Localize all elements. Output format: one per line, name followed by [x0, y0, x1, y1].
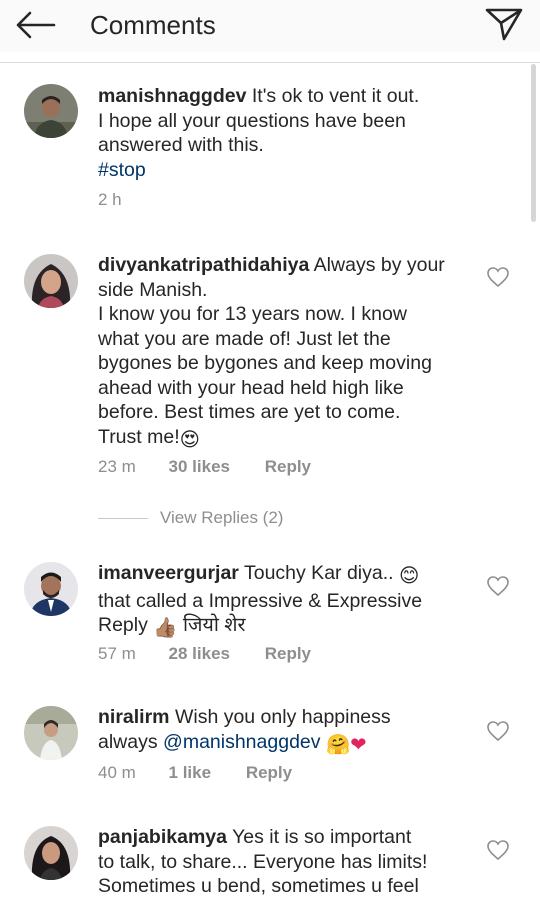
comment-username[interactable]: panjabikamya	[98, 826, 227, 848]
comment-text-hindi: जियो शेर	[182, 614, 246, 636]
comment-username[interactable]: imanveergurjar	[98, 562, 239, 584]
comment-username[interactable]: divyankatripathidahiya	[98, 254, 309, 276]
comment-time: 57 m	[98, 644, 136, 663]
comment-text: always	[98, 730, 158, 753]
comment-text: Trust me!	[98, 425, 180, 448]
like-button[interactable]	[486, 720, 510, 742]
comment-text: bygones be bygones and keep moving	[98, 352, 432, 374]
likes-count[interactable]: 1 like	[169, 763, 212, 783]
comment-text: It's ok to vent it out.	[251, 85, 420, 107]
avatar[interactable]	[24, 254, 78, 308]
comment-meta: 57 m 28 likes Reply	[98, 644, 311, 664]
comment-username[interactable]: manishnaggdev	[98, 85, 246, 107]
comment-time: 23 m	[98, 457, 136, 476]
comment-time: 2 h	[98, 190, 122, 209]
likes-count[interactable]: 28 likes	[169, 644, 230, 664]
smiling-emoji: 😊	[398, 565, 420, 587]
hugging-emoji: 🤗	[325, 733, 351, 756]
reply-button[interactable]: Reply	[265, 644, 311, 664]
view-replies-button[interactable]: View Replies (2)	[98, 508, 398, 530]
comment-text: Reply	[98, 614, 148, 636]
like-button[interactable]	[486, 575, 510, 597]
comment-text: Touchy Kar diya..	[243, 562, 394, 584]
comment-text: Yes it is so important	[232, 826, 412, 848]
avatar[interactable]	[24, 562, 78, 616]
like-button[interactable]	[486, 266, 510, 288]
paper-plane-icon	[485, 8, 523, 41]
like-button[interactable]	[486, 839, 510, 861]
comment-text: what you are made of! Just let the	[98, 327, 391, 350]
comment-username[interactable]: niralirm	[98, 706, 170, 728]
thumbs-up-emoji: 👍🏽	[153, 617, 178, 639]
comment-text: to talk, to share... Everyone has limits…	[98, 850, 428, 873]
back-button[interactable]	[14, 8, 58, 42]
mention-link[interactable]: @manishnaggdev	[163, 731, 320, 753]
comment-text: answered with this.	[98, 134, 264, 156]
direct-message-button[interactable]	[484, 6, 524, 42]
avatar[interactable]	[24, 84, 78, 138]
comment-meta: 23 m 30 likes Reply	[98, 457, 311, 477]
reply-button[interactable]: Reply	[246, 763, 292, 783]
heart-outline-icon	[487, 576, 509, 597]
scrollbar[interactable]	[531, 64, 536, 222]
arrow-left-icon	[16, 11, 56, 39]
likes-count[interactable]: 30 likes	[169, 457, 230, 477]
heart-eyes-emoji: 😍	[179, 428, 200, 451]
avatar[interactable]	[24, 706, 78, 760]
comment-text: Wish you only happiness	[174, 706, 391, 728]
heart-outline-icon	[487, 840, 509, 861]
comment-text: that called a Impressive & Expressive	[98, 589, 423, 612]
red-heart-emoji: ❤	[350, 733, 367, 756]
comment-text: Sometimes u bend, sometimes u feel	[98, 875, 419, 897]
header-divider	[0, 62, 540, 63]
comment-time: 40 m	[98, 763, 136, 782]
comment-text: I know you for 13 years now. I know	[98, 303, 407, 325]
view-replies-label: View Replies (2)	[160, 508, 284, 527]
avatar[interactable]	[24, 826, 78, 880]
comment-text: before. Best times are yet to come.	[98, 401, 401, 423]
comment-text: ahead with your head held high like	[98, 376, 404, 399]
heart-outline-icon	[487, 267, 509, 288]
comment-meta: 40 m 1 like Reply	[98, 763, 292, 783]
comment-text: Always by your	[313, 254, 445, 276]
page-title: Comments	[90, 10, 216, 40]
comment-text: side Manish.	[98, 278, 208, 301]
comment-text: I hope all your questions have been	[98, 109, 406, 132]
hashtag-link[interactable]: #stop	[98, 159, 146, 181]
header-bar: Comments	[0, 0, 540, 52]
heart-outline-icon	[487, 721, 509, 742]
comment-meta: 2 h	[98, 190, 122, 210]
reply-button[interactable]: Reply	[265, 457, 311, 477]
divider	[98, 518, 148, 519]
